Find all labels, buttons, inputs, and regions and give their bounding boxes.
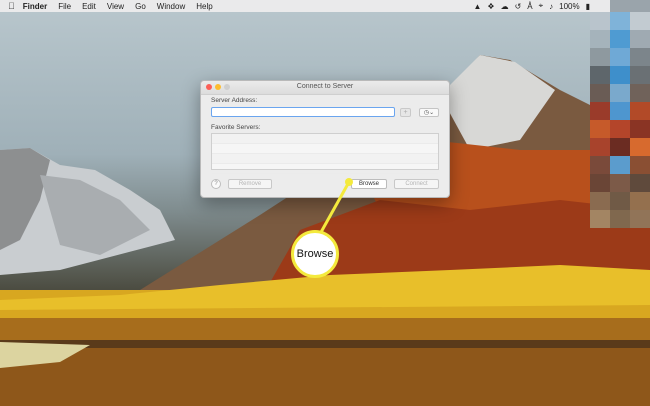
callout-bubble: Browse [291, 230, 339, 278]
callout-line [318, 181, 351, 235]
callout-label: Browse [296, 248, 334, 260]
callout-dot [345, 178, 353, 186]
